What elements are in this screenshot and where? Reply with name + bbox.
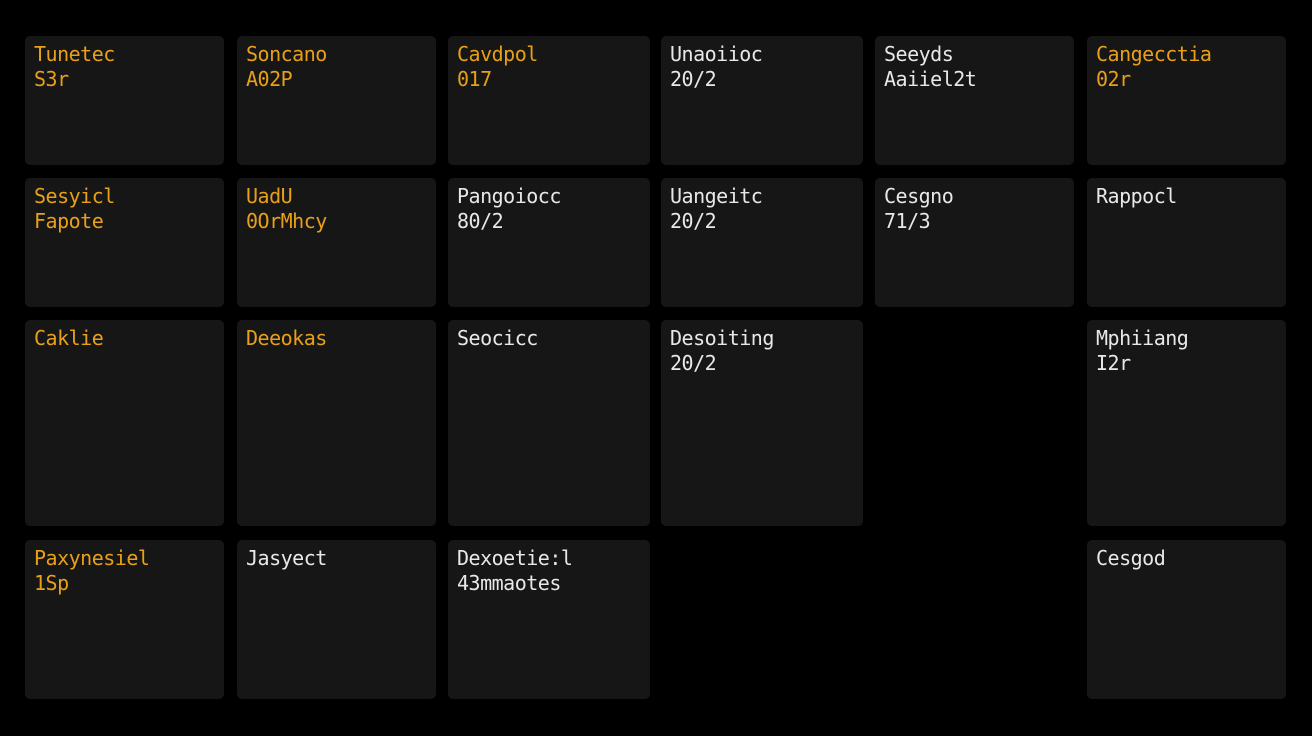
tile-title: Seeyds <box>884 42 954 66</box>
tile-title: Cesgno <box>884 184 954 208</box>
tile-5[interactable]: Seeyds Aaiiel2t <box>875 36 1074 165</box>
tile-subtitle: 20/2 <box>670 209 717 233</box>
tile-subtitle: 20/2 <box>670 67 717 91</box>
tile-subtitle: 20/2 <box>670 351 717 375</box>
tile-8[interactable]: UadU 0OrMhcy <box>237 178 436 307</box>
tile-title: Caklie <box>34 326 104 350</box>
tile-subtitle: I2r <box>1096 351 1131 375</box>
tile-15[interactable]: Seocicc <box>448 320 650 526</box>
tile-subtitle: Fapote <box>34 209 104 233</box>
tile-subtitle: 0OrMhcy <box>246 209 327 233</box>
tile-12[interactable]: Rappocl <box>1087 178 1286 307</box>
tile-9[interactable]: Pangoiocc 80/2 <box>448 178 650 307</box>
tile-title: Soncano <box>246 42 327 66</box>
tile-subtitle: Aaiiel2t <box>884 67 977 91</box>
tile-title: Rappocl <box>1096 184 1177 208</box>
tile-19[interactable]: Jasyect <box>237 540 436 699</box>
tile-subtitle: 80/2 <box>457 209 504 233</box>
tile-subtitle: 71/3 <box>884 209 931 233</box>
tile-13[interactable]: Caklie <box>25 320 224 526</box>
tile-16[interactable]: Desoiting 20/2 <box>661 320 863 526</box>
tile-6[interactable]: Cangecctia 02r <box>1087 36 1286 165</box>
tile-7[interactable]: Sesyicl Fapote <box>25 178 224 307</box>
tile-title: Cavdpol <box>457 42 538 66</box>
tile-3[interactable]: Cavdpol 017 <box>448 36 650 165</box>
tile-4[interactable]: Unaoiioc 20/2 <box>661 36 863 165</box>
tile-title: Uangeitc <box>670 184 763 208</box>
tile-subtitle: A02P <box>246 67 293 91</box>
tile-title: Tunetec <box>34 42 115 66</box>
tile-11[interactable]: Cesgno 71/3 <box>875 178 1074 307</box>
tile-20[interactable]: Dexoetie:l 43mmaotes <box>448 540 650 699</box>
tile-title: Cangecctia <box>1096 42 1212 66</box>
tile-10[interactable]: Uangeitc 20/2 <box>661 178 863 307</box>
tile-subtitle: S3r <box>34 67 69 91</box>
tile-18[interactable]: Paxynesiel 1Sp <box>25 540 224 699</box>
tile-14[interactable]: Deeokas <box>237 320 436 526</box>
tile-1[interactable]: Tunetec S3r <box>25 36 224 165</box>
tile-title: UadU <box>246 184 293 208</box>
tile-title: Desoiting <box>670 326 774 350</box>
tile-title: Deeokas <box>246 326 327 350</box>
tile-title: Cesgod <box>1096 546 1166 570</box>
tile-subtitle: 43mmaotes <box>457 571 561 595</box>
tile-17[interactable]: Mphiiang I2r <box>1087 320 1286 526</box>
tile-title: Mphiiang <box>1096 326 1189 350</box>
tile-subtitle: 02r <box>1096 67 1131 91</box>
tile-subtitle: 017 <box>457 67 492 91</box>
tile-2[interactable]: Soncano A02P <box>237 36 436 165</box>
tile-grid: Tunetec S3r Soncano A02P Cavdpol 017 Una… <box>0 0 1312 736</box>
tile-title: Seocicc <box>457 326 538 350</box>
tile-title: Sesyicl <box>34 184 115 208</box>
tile-title: Pangoiocc <box>457 184 561 208</box>
tile-title: Jasyect <box>246 546 327 570</box>
tile-21[interactable]: Cesgod <box>1087 540 1286 699</box>
tile-title: Dexoetie:l <box>457 546 573 570</box>
tile-title: Paxynesiel <box>34 546 150 570</box>
tile-subtitle: 1Sp <box>34 571 69 595</box>
tile-title: Unaoiioc <box>670 42 763 66</box>
